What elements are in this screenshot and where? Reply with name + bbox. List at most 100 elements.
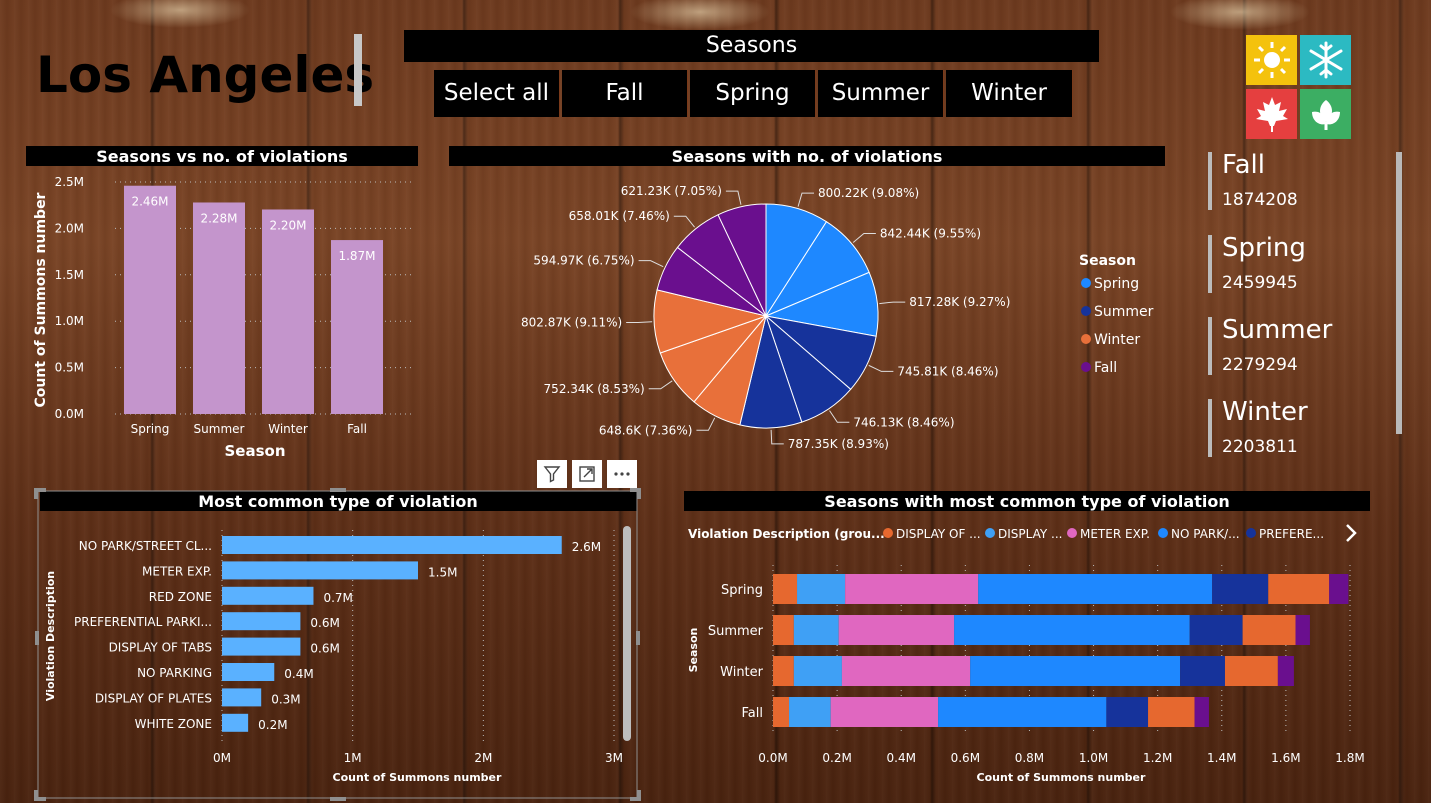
bar-segment [938,697,1107,727]
legend-item: Fall [1094,360,1117,376]
y-tick-label: DISPLAY OF PLATES [95,691,212,705]
slice-label: 802.87K (9.11%) [521,316,622,330]
legend-title: Season [1079,253,1136,269]
scrollbar[interactable] [623,526,631,741]
bar-segment [838,615,955,645]
legend-marker [1246,528,1256,538]
y-tick-label: NO PARK/STREET CL... [79,539,212,553]
bar-segment [1106,697,1149,727]
bar-segment [1242,615,1296,645]
data-label: 1.5M [428,565,457,579]
legend-marker [1081,306,1091,316]
bar-segment [1189,615,1243,645]
x-tick-label: 0.2M [822,751,851,765]
season-violation-stacked-chart[interactable]: Seasons with most common type of violati… [684,491,1370,784]
filter-icon[interactable] [537,460,567,488]
y-axis-label: Violation Description [44,571,57,701]
legend-marker [1158,528,1168,538]
y-axis-label: Season [687,628,700,673]
y-tick-label: Winter [720,665,764,680]
x-tick-label: Winter [268,422,308,436]
slice-label: 745.81K (8.46%) [897,364,998,378]
legend-item: PREFERE... [1259,527,1324,541]
y-tick-label: 2.0M [55,221,84,235]
x-axis-label: Season [224,442,285,460]
seasons-bar-chart[interactable]: Seasons vs no. of violations 0.0M 0.5M 1.0… [26,146,418,460]
bar [222,688,262,707]
slice-label: 787.35K (8.93%) [788,437,889,451]
x-tick-label: 1M [344,751,362,765]
bar-segment [978,574,1213,604]
slice-label: 752.34K (8.53%) [544,382,645,396]
leader-line [829,410,850,423]
legend-item: Spring [1094,276,1139,292]
bar-segment [1329,574,1349,604]
y-tick-label: 0.0M [55,407,84,421]
leader-line [868,364,894,372]
data-label: 2.46M [131,195,168,209]
chart-title: Seasons with most common type of violati… [824,492,1229,511]
y-tick-label: 1.0M [55,314,84,328]
bar-segment [1180,656,1225,686]
legend-item: DISPLAY ... [998,527,1062,541]
y-tick-label: WHITE ZONE [135,717,212,731]
slice-label: 594.97K (6.75%) [533,254,634,268]
bar [222,612,301,631]
y-tick-label: Spring [721,583,763,598]
leader-line [648,380,673,390]
x-tick-label: 1.2M [1143,751,1172,765]
data-label: 0.2M [258,718,287,732]
slice-label: 800.22K (9.08%) [818,186,919,200]
bar [222,663,275,681]
bar-segment [773,574,798,604]
x-tick-label: 1.0M [1079,751,1108,765]
data-label: 0.3M [271,692,300,706]
chart-title: Most common type of violation [198,492,478,511]
leader-line [696,417,716,431]
bar-segment [793,615,839,645]
x-tick-label: Spring [131,422,170,436]
legend-item: Winter [1094,332,1140,348]
bar-segment [1295,615,1310,645]
bar [331,240,383,414]
data-label: 0.6M [310,616,339,630]
bar-segment [954,615,1190,645]
bar-segment [1224,656,1278,686]
x-axis-label: Count of Summons number [333,771,502,784]
leader-line [797,192,815,207]
leader-line [770,429,784,445]
data-label: 2.28M [200,211,237,225]
seasons-pie-chart[interactable]: Seasons with no. of violations 800.22K (… [449,146,1165,451]
bar-segment [1212,574,1269,604]
y-tick-label: 2.5M [55,175,84,189]
legend-marker [883,528,893,538]
x-tick-label: 2M [474,751,492,765]
leader-line [725,190,742,205]
bar-segment [789,697,831,727]
slice-label: 658.01K (7.46%) [569,209,670,223]
focus-mode-icon[interactable] [572,460,602,488]
legend-marker [1067,528,1077,538]
legend-title: Violation Description (grou... [688,527,885,541]
leader-line [626,321,653,324]
more-options-icon[interactable] [607,460,637,488]
bar-segment [773,697,790,727]
bar-segment [793,656,842,686]
bar [222,536,562,554]
data-label: 2.20M [269,218,306,232]
bar-segment [1268,574,1330,604]
violation-type-bar-chart[interactable]: Most common type of violation 0M 1M 2M 3M N… [40,491,637,784]
bar-segment [845,574,979,604]
y-axis-label: Count of Summons number [33,192,49,407]
bar [222,713,249,732]
bar-segment [970,656,1181,686]
x-tick-label: 0.4M [887,751,916,765]
y-tick-label: Summer [708,624,764,639]
slice-label: 817.28K (9.27%) [909,295,1010,309]
data-label: 0.4M [284,667,313,681]
leader-line [852,233,876,243]
bar-segment [841,656,971,686]
data-label: 0.6M [310,642,339,656]
data-label: 2.6M [572,540,601,554]
legend-next-icon[interactable] [1346,524,1357,542]
